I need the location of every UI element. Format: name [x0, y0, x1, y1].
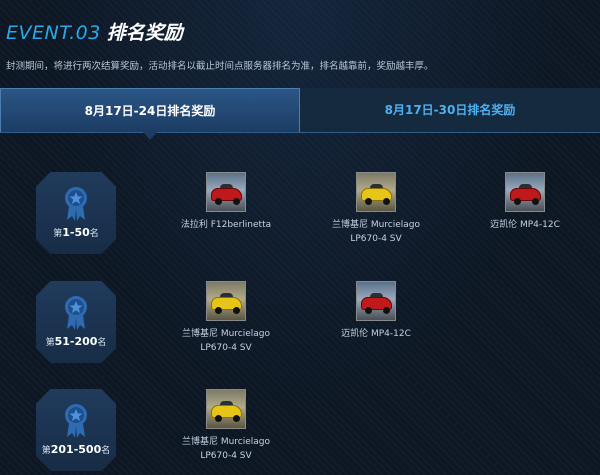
event-title: EVENT.03 排名奖励	[6, 18, 183, 45]
reward-name-line2: LP670-4 SV	[200, 451, 252, 461]
rank-suffix: 名	[97, 338, 107, 348]
car-wheel	[365, 307, 372, 314]
car-wheel	[233, 415, 240, 422]
car-wheel	[365, 198, 372, 205]
reward-period-tabs: 8月17日-24日排名奖励 8月17日-30日排名奖励	[0, 88, 600, 133]
car-thumbnail[interactable]	[206, 172, 246, 212]
car-wheel	[383, 198, 390, 205]
event-name: 排名奖励	[106, 22, 183, 44]
rank-badge: 第201-500名	[36, 389, 116, 471]
rank-prefix: 第	[53, 229, 63, 239]
event-header: EVENT.03 排名奖励 封测期间，将进行两次结算奖励，活动排名以截止时间点服务…	[0, 0, 600, 88]
reward-name: 兰博基尼 Murcielago LP670-4 SV	[316, 218, 436, 246]
reward-item: 迈凯伦 MP4-12C	[316, 281, 436, 341]
medal-icon	[65, 187, 87, 221]
car-thumbnail[interactable]	[206, 281, 246, 321]
medal-icon	[65, 296, 87, 330]
rank-row: 第1-50名 法拉利 F12berlinetta 兰博基尼 Murcielago…	[0, 172, 600, 277]
reward-name: 兰博基尼 Murcielago LP670-4 SV	[166, 327, 286, 355]
rank-range: 201-500	[50, 443, 102, 456]
rank-prefix: 第	[45, 338, 55, 348]
reward-name-line1: 法拉利 F12berlinetta	[180, 220, 272, 230]
rank-row: 第51-200名 兰博基尼 Murcielago LP670-4 SV 迈凯伦 M…	[0, 281, 600, 386]
reward-name-line2: LP670-4 SV	[350, 234, 402, 244]
rank-badge: 第51-200名	[36, 281, 116, 363]
car-wheel	[514, 198, 521, 205]
car-wheel	[233, 198, 240, 205]
car-wheel	[215, 198, 222, 205]
rank-label: 第51-200名	[36, 335, 116, 348]
reward-name: 迈凯伦 MP4-12C	[465, 218, 585, 232]
reward-name-line2: LP670-4 SV	[200, 343, 252, 353]
reward-item: 迈凯伦 MP4-12C	[465, 172, 585, 232]
reward-name-line1: 兰博基尼 Murcielago	[331, 220, 421, 230]
rank-suffix: 名	[89, 229, 99, 239]
reward-item: 兰博基尼 Murcielago LP670-4 SV	[316, 172, 436, 246]
car-thumbnail[interactable]	[356, 281, 396, 321]
medal-icon	[65, 404, 87, 438]
rank-row: 第201-500名 兰博基尼 Murcielago LP670-4 SV	[0, 389, 600, 475]
rank-label: 第201-500名	[36, 443, 116, 456]
car-thumbnail[interactable]	[206, 389, 246, 429]
tab-period-1[interactable]: 8月17日-24日排名奖励	[0, 88, 300, 132]
reward-name-line1: 兰博基尼 Murcielago	[181, 329, 271, 339]
car-wheel	[383, 307, 390, 314]
rank-label: 第1-50名	[36, 226, 116, 239]
reward-item: 兰博基尼 Murcielago LP670-4 SV	[166, 389, 286, 463]
car-thumbnail[interactable]	[356, 172, 396, 212]
reward-name: 迈凯伦 MP4-12C	[316, 327, 436, 341]
event-description: 封测期间，将进行两次结算奖励，活动排名以截止时间点服务器排名为准，排名越靠前，奖…	[6, 61, 434, 72]
car-wheel	[215, 415, 222, 422]
reward-item: 兰博基尼 Murcielago LP670-4 SV	[166, 281, 286, 355]
rank-range: 51-200	[54, 335, 98, 348]
rank-prefix: 第	[41, 446, 51, 456]
rank-range: 1-50	[62, 226, 90, 239]
car-wheel	[532, 198, 539, 205]
rank-suffix: 名	[101, 446, 111, 456]
car-thumbnail[interactable]	[505, 172, 545, 212]
active-tab-pointer	[142, 131, 158, 140]
car-wheel	[215, 307, 222, 314]
tab-period-2[interactable]: 8月17日-30日排名奖励	[300, 88, 600, 132]
reward-name: 兰博基尼 Murcielago LP670-4 SV	[166, 435, 286, 463]
reward-name: 法拉利 F12berlinetta	[166, 218, 286, 232]
car-wheel	[233, 307, 240, 314]
reward-name-line1: 迈凯伦 MP4-12C	[490, 220, 560, 230]
reward-name-line1: 迈凯伦 MP4-12C	[341, 329, 411, 339]
rank-badge: 第1-50名	[36, 172, 116, 254]
reward-name-line1: 兰博基尼 Murcielago	[181, 437, 271, 447]
reward-item: 法拉利 F12berlinetta	[166, 172, 286, 232]
event-number: EVENT.03	[6, 22, 101, 44]
